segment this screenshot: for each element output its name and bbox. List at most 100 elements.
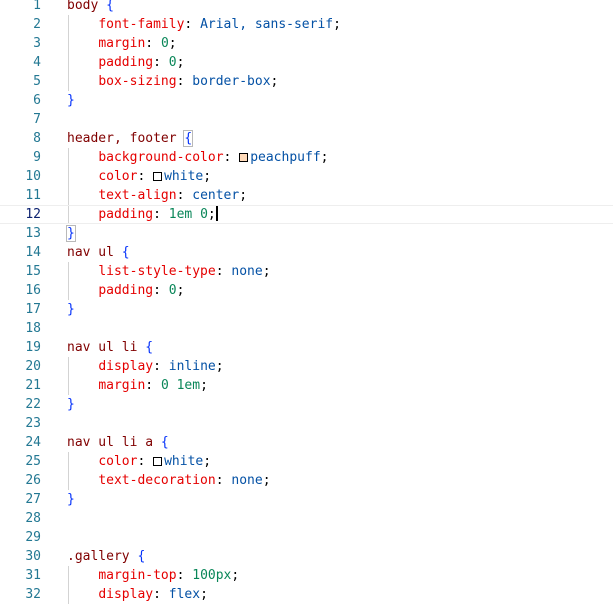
- token-val: center: [192, 188, 240, 203]
- line-code[interactable]: nav ul li {: [67, 338, 153, 357]
- line-code[interactable]: font-family: Arial, sans-serif;: [67, 15, 341, 34]
- text-cursor: [215, 206, 218, 221]
- code-line[interactable]: 2 font-family: Arial, sans-serif;: [0, 15, 613, 34]
- line-code[interactable]: padding: 0;: [67, 281, 184, 300]
- line-code[interactable]: display: inline;: [67, 357, 224, 376]
- line-number: 6: [33, 93, 41, 108]
- line-code[interactable]: text-decoration: none;: [67, 471, 271, 490]
- token-punct: ;: [203, 169, 212, 184]
- line-code[interactable]: list-style-type: none;: [67, 262, 270, 281]
- token-brace: }: [67, 302, 75, 317]
- code-line[interactable]: 32 display: flex;: [0, 585, 613, 604]
- line-code[interactable]: }: [67, 91, 75, 110]
- token-num: 0: [168, 283, 177, 298]
- code-line[interactable]: 30 .gallery {: [0, 547, 613, 566]
- token-punct: ;: [176, 55, 185, 70]
- code-line[interactable]: 26 text-decoration: none;: [0, 471, 613, 490]
- line-code[interactable]: }: [67, 300, 75, 319]
- line-number: 11: [25, 188, 41, 203]
- token-val: white: [164, 169, 204, 184]
- line-code[interactable]: text-align: center;: [67, 186, 247, 205]
- token-punct: :: [215, 264, 232, 279]
- line-code[interactable]: margin: 0;: [67, 34, 177, 53]
- token-sel: body: [67, 0, 99, 13]
- line-code[interactable]: nav ul {: [67, 243, 130, 262]
- line-code[interactable]: margin-top: 100px;: [67, 566, 239, 585]
- token-punct: :: [153, 359, 169, 374]
- line-code[interactable]: background-color: peachpuff;: [67, 148, 328, 167]
- line-code[interactable]: color: white;: [67, 167, 211, 186]
- token-num: 0: [200, 207, 208, 222]
- code-line[interactable]: 23: [0, 414, 613, 433]
- code-line[interactable]: 14 nav ul {: [0, 243, 613, 262]
- code-line[interactable]: 4 padding: 0;: [0, 53, 613, 72]
- line-number: 24: [25, 435, 41, 450]
- token-punct: ;: [262, 473, 271, 488]
- token-sel: nav ul: [67, 245, 114, 260]
- token-punct: ;: [215, 359, 224, 374]
- line-number: 20: [25, 359, 41, 374]
- token-punct: :: [153, 587, 169, 602]
- code-editor[interactable]: 1 body {2 font-family: Arial, sans-serif;…: [0, 0, 613, 611]
- line-code[interactable]: nav ul li a {: [67, 433, 169, 452]
- token-punct: :: [184, 17, 201, 32]
- color-swatch-icon[interactable]: [239, 153, 249, 162]
- code-line[interactable]: 13}: [0, 224, 613, 243]
- code-line[interactable]: 20 display: inline;: [0, 357, 613, 376]
- color-swatch-icon[interactable]: [153, 172, 163, 181]
- line-code[interactable]: box-sizing: border-box;: [67, 72, 278, 91]
- line-code[interactable]: }: [67, 395, 75, 414]
- code-line[interactable]: 10 color: white;: [0, 167, 613, 186]
- code-line[interactable]: 29: [0, 528, 613, 547]
- line-number: 7: [33, 112, 41, 127]
- line-code[interactable]: color: white;: [67, 452, 211, 471]
- line-number: 32: [25, 587, 41, 602]
- token-brace: {: [183, 130, 194, 147]
- code-line[interactable]: 7: [0, 110, 613, 129]
- token-prop: text-decoration: [98, 473, 216, 488]
- line-code[interactable]: }: [66, 224, 76, 243]
- code-line[interactable]: 8 header, footer {: [0, 129, 613, 148]
- color-swatch-icon[interactable]: [153, 457, 163, 466]
- code-line[interactable]: 18: [0, 319, 613, 338]
- line-code[interactable]: body {: [67, 0, 114, 15]
- line-code[interactable]: header, footer {: [67, 129, 194, 148]
- code-line[interactable]: 24 nav ul li a {: [0, 433, 613, 452]
- code-line[interactable]: 31 margin-top: 100px;: [0, 566, 613, 585]
- code-line[interactable]: 22}: [0, 395, 613, 414]
- line-code[interactable]: display: flex;: [67, 585, 208, 604]
- code-line[interactable]: 12 padding: 1em 0;: [0, 205, 613, 224]
- token-prop: margin: [98, 378, 146, 393]
- code-line[interactable]: 28: [0, 509, 613, 528]
- token-brace: {: [137, 549, 146, 564]
- line-code[interactable]: margin: 0 1em;: [67, 376, 208, 395]
- code-line[interactable]: 1 body {: [0, 0, 613, 15]
- code-line[interactable]: 6}: [0, 91, 613, 110]
- code-line[interactable]: 9 background-color: peachpuff;: [0, 148, 613, 167]
- code-line[interactable]: 27}: [0, 490, 613, 509]
- token-punct: ;: [168, 36, 177, 51]
- line-code[interactable]: .gallery {: [67, 547, 145, 566]
- code-line[interactable]: 16 padding: 0;: [0, 281, 613, 300]
- code-line[interactable]: 17}: [0, 300, 613, 319]
- line-code[interactable]: padding: 0;: [67, 53, 184, 72]
- code-line[interactable]: 21 margin: 0 1em;: [0, 376, 613, 395]
- token-prop: list-style-type: [98, 264, 216, 279]
- line-number: 30: [25, 549, 41, 564]
- code-line[interactable]: 3 margin: 0;: [0, 34, 613, 53]
- token-val: border-box: [192, 74, 271, 89]
- token-prop: display: [98, 359, 154, 374]
- line-code[interactable]: padding: 1em 0;: [67, 206, 218, 223]
- code-line[interactable]: 15 list-style-type: none;: [0, 262, 613, 281]
- code-line[interactable]: 25 color: white;: [0, 452, 613, 471]
- line-number: 15: [25, 264, 41, 279]
- token-punct: :: [176, 188, 193, 203]
- code-line[interactable]: 11 text-align: center;: [0, 186, 613, 205]
- code-line[interactable]: 5 box-sizing: border-box;: [0, 72, 613, 91]
- token-prop: margin: [98, 36, 146, 51]
- code-line[interactable]: 19 nav ul li {: [0, 338, 613, 357]
- token-sel: nav ul li: [67, 340, 138, 355]
- line-code[interactable]: }: [67, 490, 75, 509]
